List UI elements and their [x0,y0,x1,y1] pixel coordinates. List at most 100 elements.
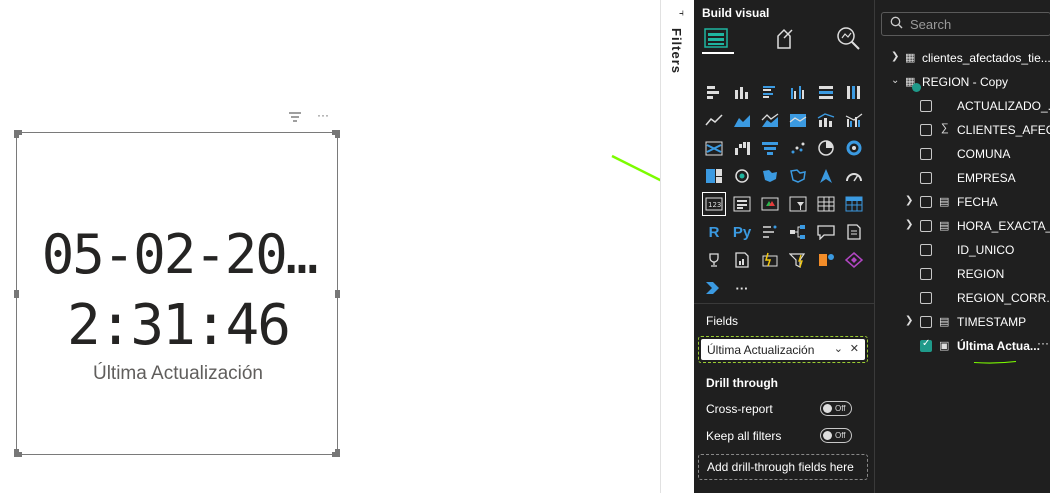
treemap-icon[interactable] [700,162,728,190]
fields-well[interactable]: Última Actualización ⌄ ✕ [698,336,868,363]
area-chart-icon[interactable] [728,106,756,134]
filters-title[interactable]: Filters [669,28,684,74]
table-icon[interactable] [812,190,840,218]
field-row[interactable]: ID_UNICO [875,239,1050,261]
power-bi-diamond-icon[interactable] [840,246,868,274]
field-checkbox[interactable] [920,196,932,208]
field-row[interactable]: ❯ ▤ TIMESTAMP [875,311,1050,333]
shape-map-icon[interactable] [784,162,812,190]
field-checkbox[interactable] [920,268,932,280]
line-chart-icon[interactable] [700,106,728,134]
field-row[interactable]: REGION_CORR... [875,287,1050,309]
funnel-chart-icon[interactable] [756,134,784,162]
card-category-label: Última Actualización [92,363,264,384]
r-visual-icon[interactable]: R [700,218,728,246]
stacked-column-chart-icon[interactable] [728,78,756,106]
100-stacked-area-chart-icon[interactable] [784,106,812,134]
field-checkbox[interactable] [920,100,932,112]
multi-row-card-icon[interactable] [728,190,756,218]
table-region-copy[interactable]: ⌄ ▦ REGION - Copy [875,71,1050,93]
field-checkbox[interactable] [920,316,932,328]
filter-icon[interactable] [288,111,302,123]
search-input[interactable]: Search [881,12,1050,36]
power-automate-flow-icon[interactable] [700,274,728,302]
tab-format-visual[interactable] [770,24,802,54]
resize-handle[interactable] [14,130,22,135]
field-checkbox[interactable] [920,220,932,232]
field-checkbox[interactable] [920,172,932,184]
slicer-icon[interactable] [784,190,812,218]
matrix-icon[interactable] [840,190,868,218]
clustered-column-chart-icon[interactable] [784,78,812,106]
resize-handle[interactable] [332,130,340,135]
waterfall-chart-icon[interactable] [728,134,756,162]
keep-all-filters-toggle[interactable]: Off [820,428,852,443]
report-canvas[interactable]: ··· 05-02-20… 2:31:46 Última Actualizaci… [0,0,694,493]
chevron-down-icon[interactable]: ⌄ [834,342,843,355]
smart-narrative-icon[interactable] [840,218,868,246]
power-automate-icon[interactable] [784,246,812,274]
100-stacked-bar-chart-icon[interactable] [812,78,840,106]
field-checkbox[interactable] [920,124,932,136]
field-row[interactable]: ∑ CLIENTES_AFEC... [875,119,1050,141]
chevron-right-icon[interactable]: ❯ [905,195,913,206]
field-row[interactable]: REGION [875,263,1050,285]
collapse-icon[interactable]: ⫞ [679,8,684,19]
stacked-bar-chart-icon[interactable] [700,78,728,106]
line-and-stacked-column-icon[interactable] [812,106,840,134]
field-row[interactable]: EMPRESA [875,167,1050,189]
ribbon-chart-icon[interactable] [700,134,728,162]
filled-map-icon[interactable] [756,162,784,190]
close-icon[interactable]: ✕ [850,342,859,355]
cross-report-toggle[interactable]: Off [820,401,852,416]
pie-chart-icon[interactable] [812,134,840,162]
gauge-icon[interactable] [840,162,868,190]
field-checkbox[interactable] [920,244,932,256]
key-influencers-icon[interactable] [756,218,784,246]
python-visual-icon[interactable]: Py [728,218,756,246]
field-checkbox[interactable] [920,148,932,160]
paginated-report-icon[interactable] [728,246,756,274]
kpi-icon[interactable] [756,190,784,218]
field-row[interactable]: ❯ ▤ FECHA [875,191,1050,213]
resize-handle[interactable] [332,452,340,457]
power-apps-icon[interactable] [756,246,784,274]
field-row[interactable]: ACTUALIZADO_... [875,95,1050,117]
chevron-right-icon[interactable]: ❯ [905,315,913,326]
chevron-down-icon[interactable]: ⌄ [891,75,899,86]
resize-handle[interactable] [14,452,22,457]
100-stacked-column-chart-icon[interactable] [840,78,868,106]
fields-section-label: Fields [706,314,739,328]
line-and-clustered-column-icon[interactable] [840,106,868,134]
donut-chart-icon[interactable] [840,134,868,162]
field-checkbox[interactable] [920,292,932,304]
field-row[interactable]: ❯ ▤ HORA_EXACTA_... [875,215,1050,237]
clustered-bar-chart-icon[interactable] [756,78,784,106]
azure-map-icon[interactable] [812,162,840,190]
qna-icon[interactable] [812,218,840,246]
chevron-right-icon[interactable]: ❯ [905,219,913,230]
measure-calculator-icon: ▣ [939,340,950,352]
chevron-right-icon[interactable]: ❯ [891,51,899,62]
filters-pane-collapsed[interactable]: ⫞ Filters [660,0,694,493]
scatter-chart-icon[interactable] [784,134,812,162]
stacked-area-chart-icon[interactable] [756,106,784,134]
goals-trophy-icon[interactable] [700,246,728,274]
decomposition-tree-icon[interactable] [784,218,812,246]
field-pill[interactable]: Última Actualización ⌄ ✕ [701,339,865,360]
tab-add-visual[interactable] [702,24,734,54]
drill-through-drop-zone[interactable]: Add drill-through fields here [698,454,868,480]
power-bi-custom-visual-icon[interactable] [812,246,840,274]
more-options-icon[interactable]: ··· [316,109,330,123]
card-visual-icon[interactable]: 123 [700,190,728,218]
field-row[interactable]: COMUNA [875,143,1050,165]
tab-analytics[interactable] [834,24,866,54]
table-clientes-afectados[interactable]: ❯ ▦ clientes_afectados_tie... [875,47,1050,69]
table-name: REGION - Copy [922,75,1009,89]
map-icon[interactable] [728,162,756,190]
field-row-selected[interactable]: ▣ Última Actua... ··· [875,335,1050,357]
more-options-icon[interactable]: ··· [1037,336,1049,350]
field-checkbox-checked[interactable] [920,338,932,352]
card-visual[interactable]: 05-02-20… 2:31:46 Última Actualización [14,130,340,457]
more-visuals-icon[interactable]: ··· [728,274,756,302]
